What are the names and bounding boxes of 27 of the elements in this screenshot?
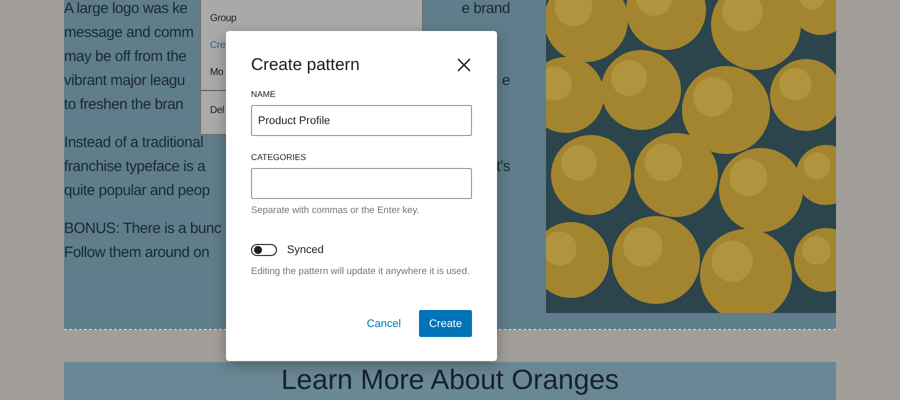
section-heading: Learn More About Oranges (64, 362, 836, 400)
paragraph-text: message and comm (64, 24, 194, 40)
paragraph-text: A large logo was ke (64, 0, 188, 16)
paragraph-text: vibrant major leagu (64, 72, 185, 88)
paragraph-text: to freshen the bran (64, 96, 184, 112)
menu-item[interactable]: Group (201, 5, 422, 32)
paragraph-text: e brand (462, 0, 510, 16)
paragraph-text: e (502, 72, 510, 88)
paragraph-text: quite popular and peop (64, 182, 210, 198)
field-label: CATEGORIES (251, 152, 308, 162)
field-label: NAME (251, 89, 277, 99)
toggle-switch[interactable] (251, 244, 277, 256)
close-icon[interactable] (456, 57, 472, 73)
dialog-title: Create pattern (251, 55, 360, 75)
paragraph-text: BONUS: There is a bunc (64, 220, 222, 236)
create-button[interactable]: Create (418, 310, 472, 337)
paragraph-text: t’s (496, 158, 510, 174)
input-field[interactable]: Product Profile (251, 105, 472, 136)
toggle-label: Synced (287, 244, 324, 256)
paragraph-text: Instead of a traditional (64, 134, 204, 150)
cancel-button[interactable]: Cancel (356, 310, 411, 337)
paragraph-text: franchise typeface is a (64, 158, 206, 174)
paragraph-text: may be off from the (64, 48, 186, 64)
help-text: Separate with commas or the Enter key. (251, 205, 420, 216)
paragraph-text: Follow them around on (64, 244, 210, 260)
help-text: Editing the pattern will update it anywhere it is used. (251, 266, 471, 277)
input-field[interactable] (251, 168, 472, 199)
